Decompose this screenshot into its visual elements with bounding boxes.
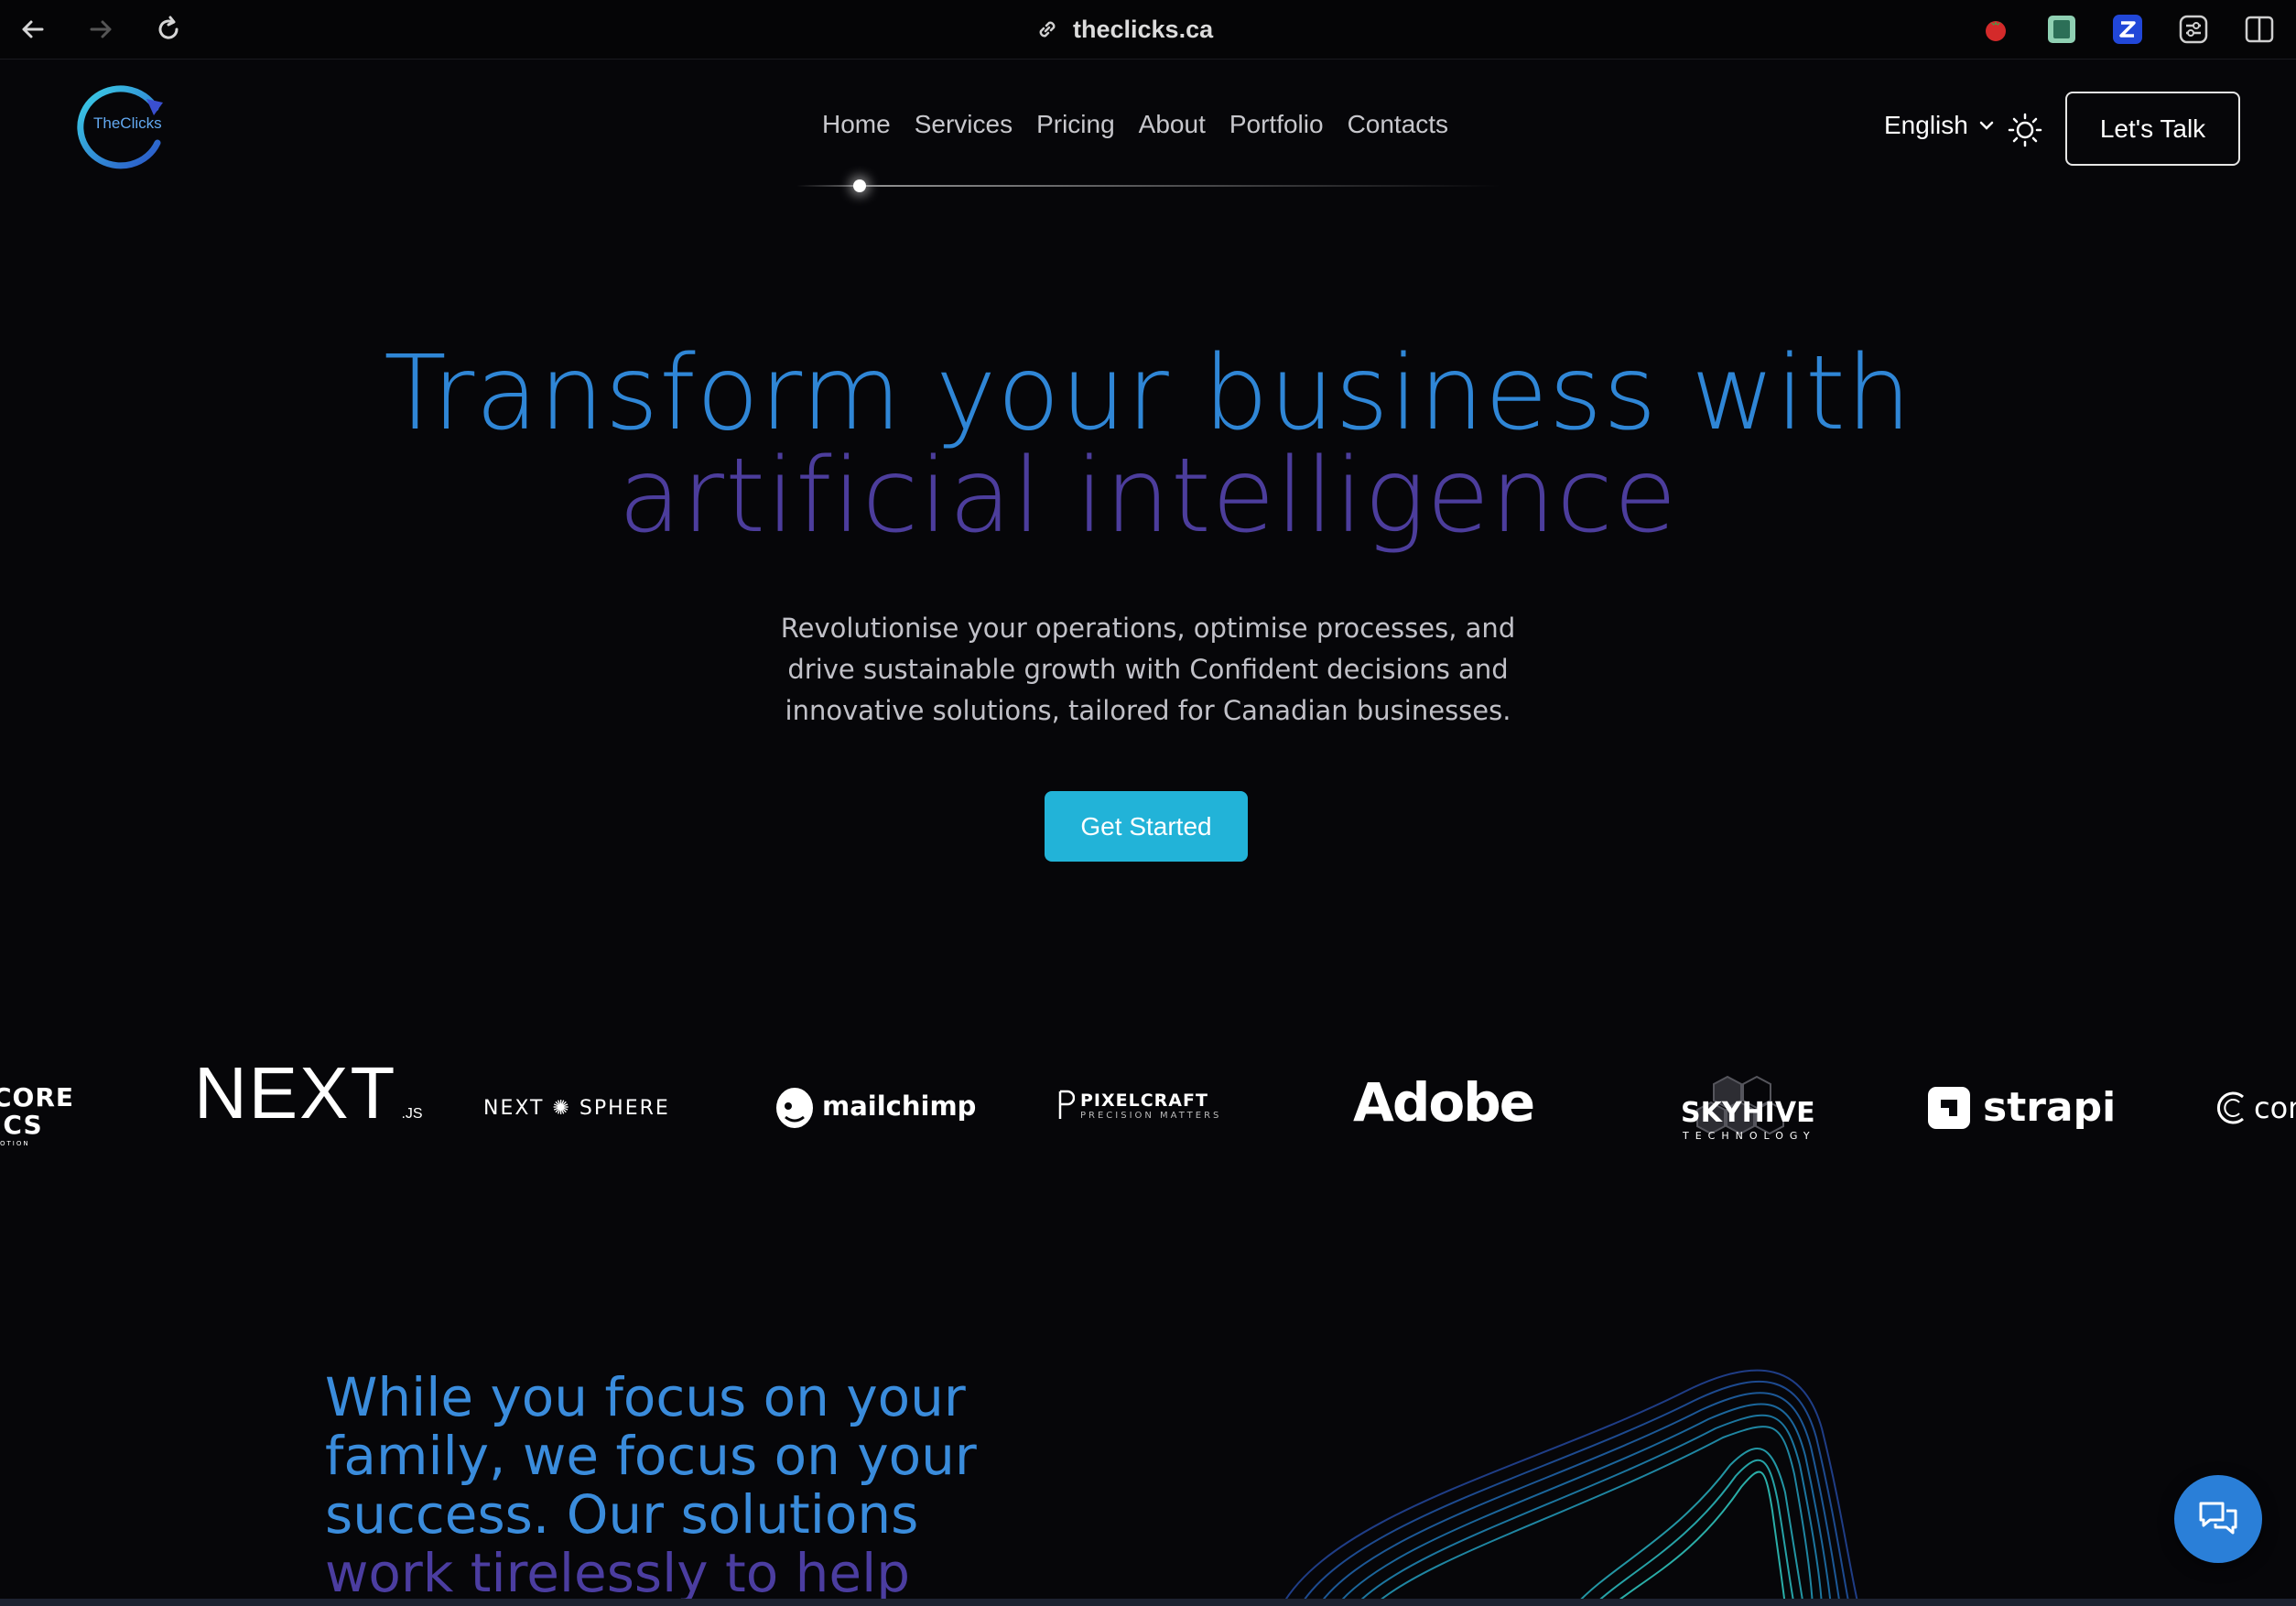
partner-logos: CORE ICS OTION NEXT .JS NEXT ✺ SPHERE ma…: [0, 1044, 2296, 1172]
sphere-dot-icon: ✺: [552, 1097, 571, 1120]
hero-title-line2: artificial intelligence: [618, 437, 1678, 556]
url-text: theclicks.ca: [1073, 15, 1214, 43]
core-logo: CORE ICS OTION: [0, 1082, 75, 1148]
back-arrow-icon[interactable]: [15, 11, 51, 48]
partial-brand-mark-icon: [2216, 1091, 2244, 1124]
nav-contacts[interactable]: Contacts: [1348, 110, 1449, 139]
nav-indicator-dot: [853, 179, 866, 192]
link-icon: [1039, 21, 1056, 38]
address-bar[interactable]: theclicks.ca: [1034, 7, 1213, 51]
bottom-edge: [0, 1599, 2296, 1606]
site-logo[interactable]: TheClicks: [75, 82, 170, 170]
adobe-logo: Adobe: [1353, 1071, 1535, 1134]
nav-pricing[interactable]: Pricing: [1036, 110, 1115, 139]
get-started-button[interactable]: Get Started: [1045, 791, 1248, 862]
nextsphere-logo: NEXT ✺ SPHERE: [483, 1097, 670, 1120]
hero-subtitle: Revolutionise your operations, optimise …: [780, 613, 1516, 726]
chevron-down-icon: [1979, 121, 1994, 130]
notes-extension-icon[interactable]: [2046, 14, 2077, 45]
sidebar-toggle-icon[interactable]: [2244, 14, 2275, 45]
strapi-mark-icon: [1928, 1086, 1970, 1129]
hero-title-line1: Transform your business with: [384, 334, 1912, 453]
main-nav: Home Services Pricing About Portfolio Co…: [822, 110, 1448, 139]
z-extension-icon[interactable]: [2112, 14, 2143, 45]
nav-about[interactable]: About: [1139, 110, 1206, 139]
extensions-puzzle-icon[interactable]: [2178, 14, 2209, 45]
nav-portfolio[interactable]: Portfolio: [1229, 110, 1324, 139]
focus-heading: While you focus on your family, we focus…: [325, 1366, 977, 1604]
logo-text: TheClicks: [93, 114, 162, 132]
lets-talk-button[interactable]: Let's Talk: [2065, 92, 2240, 166]
strapi-logo: strapi: [1928, 1084, 2116, 1131]
mailchimp-logo: mailchimp: [773, 1082, 976, 1130]
partial-brand-logo: con: [2215, 1090, 2296, 1126]
nav-home[interactable]: Home: [822, 110, 891, 139]
theme-toggle-sun-icon[interactable]: [2007, 112, 2043, 148]
language-selector[interactable]: English: [1884, 111, 1996, 140]
language-label: English: [1884, 111, 1968, 139]
reload-icon[interactable]: [150, 11, 187, 48]
forward-arrow-icon[interactable]: [82, 11, 119, 48]
browser-toolbar: theclicks.ca: [0, 0, 2296, 60]
decorative-waves: [1281, 1369, 1859, 1606]
page: theclicks.ca TheClicks Home Services Pri…: [0, 0, 2296, 1606]
skyhive-logo: SKYHIVE TECHNOLOGY: [1670, 1073, 1816, 1156]
tomato-extension-icon[interactable]: [1980, 14, 2011, 45]
nextjs-logo: NEXT .JS: [194, 1052, 423, 1134]
chimp-icon: [776, 1088, 813, 1128]
pixelcraft-logo: PIXELCRAFT PRECISION MATTERS: [1058, 1090, 1221, 1121]
nav-indicator-track: [796, 185, 1501, 187]
pixelcraft-mark-icon: [1058, 1090, 1075, 1119]
nav-services[interactable]: Services: [915, 110, 1013, 139]
chat-bubbles-icon: [2199, 1502, 2237, 1535]
chat-widget-button[interactable]: [2174, 1475, 2262, 1563]
